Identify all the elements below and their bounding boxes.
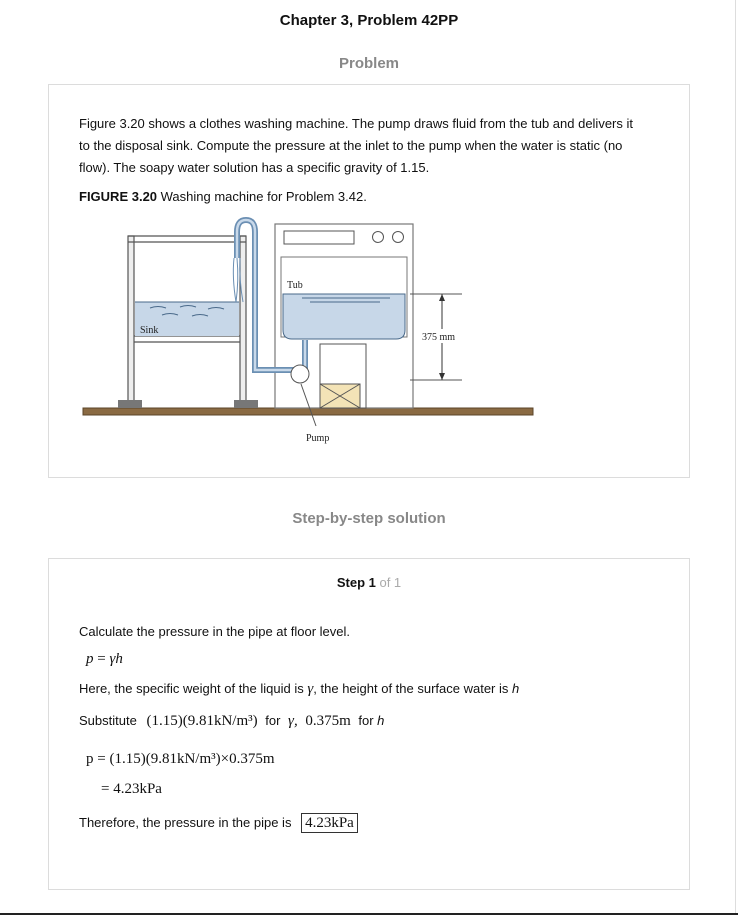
calc-line-2: = 4.23kPa	[101, 781, 162, 797]
pump-label: Pump	[306, 433, 329, 444]
therefore-line: Therefore, the pressure in the pipe is 4…	[79, 813, 358, 833]
right-edge-rule	[735, 0, 736, 915]
subst-label: Substitute	[79, 713, 137, 728]
dim-label: 375 mm	[422, 332, 455, 343]
subst-for2: for	[358, 713, 374, 728]
step-indicator: Step 1 of 1	[0, 575, 738, 590]
problem-text: Figure 3.20 shows a clothes washing mach…	[79, 116, 633, 175]
calc-line-1: p = (1.15)(9.81kN/m³)×0.375m	[86, 751, 275, 767]
here-text: Here, the specific weight of the liquid …	[79, 681, 304, 696]
machine-knob-left	[372, 231, 384, 243]
tub-label: Tub	[287, 280, 303, 291]
sink-label: Sink	[140, 325, 158, 336]
subst-h: h	[377, 713, 385, 728]
bottom-rule	[0, 913, 738, 915]
figure-label: FIGURE 3.20	[79, 189, 158, 204]
machine-display	[283, 230, 355, 245]
solution-heading: Step-by-step solution	[292, 510, 446, 527]
page-title: Chapter 3, Problem 42PP	[279, 12, 459, 29]
pump-icon	[290, 364, 310, 384]
eq1-eq: =	[93, 651, 110, 667]
here-line: Here, the specific weight of the liquid …	[79, 681, 519, 698]
washing-machine-figure: Sink Tub Pump 375 mm	[82, 216, 534, 444]
sink-foot-left	[118, 400, 142, 408]
subst-for1: for	[265, 713, 281, 728]
eq1-p: p	[86, 651, 94, 667]
machine-knob-right	[392, 231, 404, 243]
floor	[82, 407, 534, 416]
answer-box: 4.23kPa	[301, 813, 358, 833]
equation-1: p = γh	[86, 651, 123, 668]
subst-value2: 0.375m	[305, 713, 351, 729]
step-of: of 1	[375, 575, 402, 590]
step-label: Step 1	[336, 575, 376, 590]
eq1-h: h	[115, 651, 123, 667]
subst-gamma: γ,	[288, 713, 298, 729]
therefore-text: Therefore, the pressure in the pipe is	[79, 815, 292, 830]
subst-value1: (1.15)(9.81kN/m³)	[146, 713, 258, 729]
figure-caption-text: Washing machine for Problem 3.42.	[157, 189, 367, 204]
figure-caption: FIGURE 3.20 Washing machine for Problem …	[79, 189, 367, 204]
step-line-1: Calculate the pressure in the pipe at fl…	[79, 624, 350, 639]
substitute-line: Substitute (1.15)(9.81kN/m³) for γ, 0.37…	[79, 713, 384, 730]
problem-heading: Problem	[338, 55, 399, 72]
sink-foot-right	[234, 400, 258, 408]
dim-arrow-up	[439, 294, 445, 301]
here-h: h	[512, 681, 520, 696]
tub	[282, 293, 406, 340]
dim-arrow-down	[439, 373, 445, 380]
here-mid: , the height of the surface water is	[313, 681, 509, 696]
